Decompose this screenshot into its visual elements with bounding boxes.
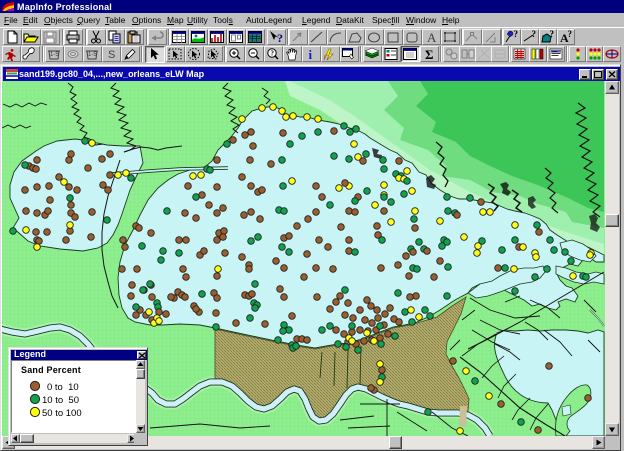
svg-text:?: ? xyxy=(271,50,275,58)
svg-text:1-5: 1-5 xyxy=(88,52,97,58)
svg-text:?: ? xyxy=(550,30,555,39)
svg-text:A: A xyxy=(427,30,437,44)
svg-text:?: ? xyxy=(514,30,519,39)
svg-text:S: S xyxy=(108,49,115,61)
svg-text:Σ: Σ xyxy=(425,47,434,61)
svg-text:?: ? xyxy=(532,30,537,39)
svg-text:?: ? xyxy=(277,31,283,44)
svg-text:i: i xyxy=(309,47,313,61)
svg-text:1-5: 1-5 xyxy=(50,52,59,58)
svg-text:?: ? xyxy=(568,30,573,39)
